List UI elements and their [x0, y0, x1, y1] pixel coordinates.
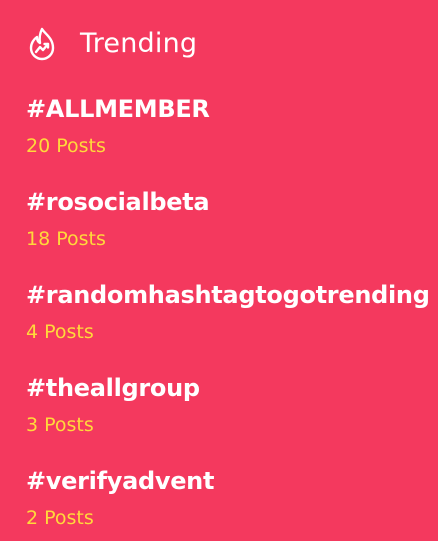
- post-count: 20 Posts: [26, 135, 106, 157]
- trending-header: Trending: [26, 24, 197, 64]
- hashtag-link[interactable]: #rosocialbeta: [26, 185, 438, 219]
- hashtag-link[interactable]: #verifyadvent: [26, 464, 438, 498]
- trending-item[interactable]: #verifyadvent 2 Posts: [26, 464, 438, 541]
- hashtag-link[interactable]: #randomhashtagtogotrending: [26, 278, 438, 312]
- trending-list: #ALLMEMBER 20 Posts #rosocialbeta 18 Pos…: [26, 92, 438, 541]
- trending-item[interactable]: #rosocialbeta 18 Posts: [26, 185, 438, 278]
- flame-trending-icon: [26, 26, 58, 62]
- trending-item[interactable]: #randomhashtagtogotrending 4 Posts: [26, 278, 438, 371]
- hashtag-link[interactable]: #theallgroup: [26, 371, 438, 405]
- post-count: 2 Posts: [26, 507, 94, 529]
- trending-widget: Trending #ALLMEMBER 20 Posts #rosocialbe…: [0, 0, 438, 541]
- post-count: 3 Posts: [26, 414, 94, 436]
- post-count: 4 Posts: [26, 321, 94, 343]
- hashtag-link[interactable]: #ALLMEMBER: [26, 92, 438, 126]
- page-title: Trending: [80, 28, 198, 59]
- trending-item[interactable]: #ALLMEMBER 20 Posts: [26, 92, 438, 185]
- post-count: 18 Posts: [26, 228, 106, 250]
- trending-item[interactable]: #theallgroup 3 Posts: [26, 371, 438, 464]
